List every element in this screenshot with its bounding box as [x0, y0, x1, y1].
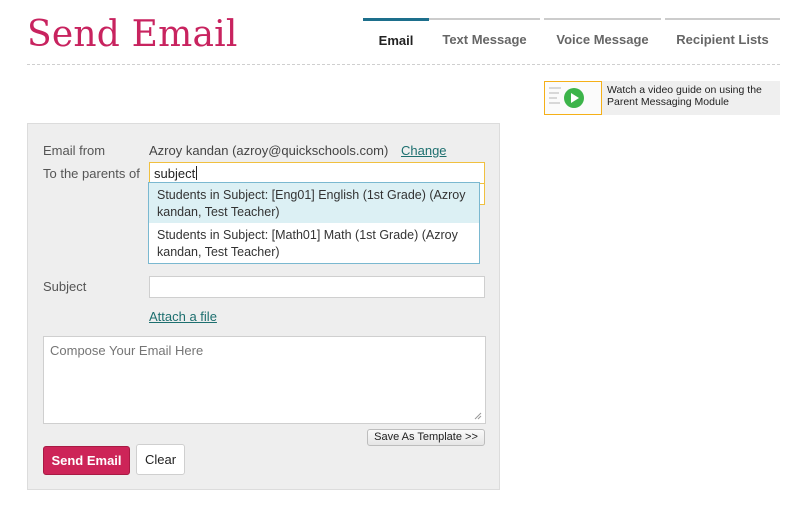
recipient-suggestions-dropdown: Students in Subject: [Eng01] English (1s… [148, 182, 480, 264]
email-from-value: Azroy kandan (azroy@quickschools.com) Ch… [149, 143, 447, 158]
video-guide-text: Watch a video guide on using the Parent … [607, 84, 762, 108]
save-as-template-button[interactable]: Save As Template >> [367, 429, 485, 446]
tab-text-message[interactable]: Text Message [429, 18, 540, 48]
header-divider [27, 64, 780, 65]
suggestion-item-english[interactable]: Students in Subject: [Eng01] English (1s… [149, 183, 479, 223]
subject-input[interactable] [149, 276, 485, 298]
recipient-search-text: subject [154, 166, 196, 181]
page-title: Send Email [27, 14, 238, 55]
email-body-textarea[interactable] [43, 336, 486, 424]
clear-button[interactable]: Clear [136, 444, 185, 475]
email-form-panel: Email from Azroy kandan (azroy@quickscho… [27, 123, 500, 490]
email-from-label: Email from [43, 143, 106, 158]
video-guide-link[interactable]: Watch a video guide on using the Parent … [544, 81, 780, 115]
message-type-tabs: Email Text Message Voice Message Recipie… [363, 18, 780, 48]
attach-file-link[interactable]: Attach a file [149, 309, 217, 324]
to-parents-label: To the parents of [43, 166, 140, 181]
tab-recipient-lists[interactable]: Recipient Lists [665, 18, 780, 48]
play-icon [564, 88, 584, 108]
suggestion-item-math[interactable]: Students in Subject: [Math01] Math (1st … [149, 223, 479, 263]
recipient-search-input[interactable]: subject [149, 162, 485, 184]
text-caret [196, 166, 198, 180]
video-thumbnail [544, 81, 602, 115]
email-from-address: Azroy kandan (azroy@quickschools.com) [149, 143, 389, 158]
resize-grip-icon[interactable] [474, 412, 482, 420]
send-email-button[interactable]: Send Email [43, 446, 130, 475]
subject-label: Subject [43, 279, 87, 294]
tab-email[interactable]: Email [363, 18, 429, 48]
tab-voice-message[interactable]: Voice Message [544, 18, 661, 48]
change-sender-link[interactable]: Change [401, 143, 447, 158]
